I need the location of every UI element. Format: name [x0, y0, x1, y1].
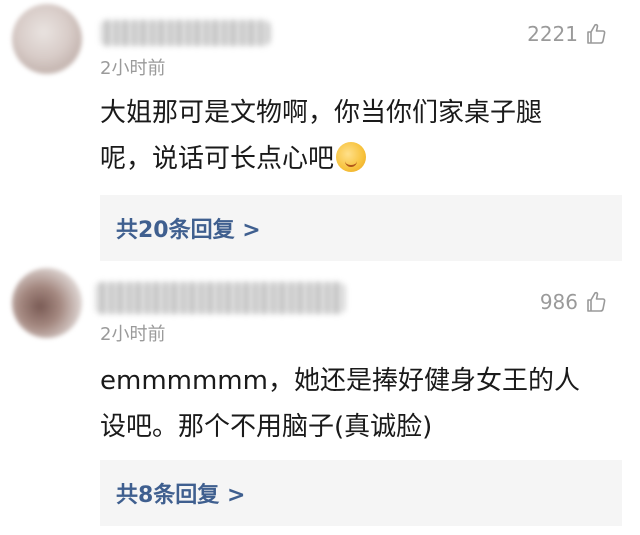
- comment-time: 2小时前: [100, 58, 166, 79]
- commenter-avatar[interactable]: [12, 268, 82, 338]
- comment-text-line: 设吧。那个不用脑子(真诚脸): [100, 412, 433, 442]
- comment-text-line: 大姐那可是文物啊，你当你们家桌子腿: [100, 98, 543, 128]
- view-replies-button[interactable]: 共20条回复 >: [100, 195, 622, 261]
- drooling-face-emoji-icon: [336, 142, 367, 172]
- comment-text-line-content: 呢，说话可长点心吧: [100, 144, 335, 174]
- like-control[interactable]: 2221: [527, 22, 608, 46]
- comment-text: emmmmmm，她还是捧好健身女王的人 设吧。那个不用脑子(真诚脸): [100, 358, 580, 450]
- commenter-avatar[interactable]: [12, 4, 82, 74]
- like-count: 2221: [527, 22, 578, 46]
- comment-text-line: 呢，说话可长点心吧: [100, 136, 542, 182]
- comment-time: 2小时前: [100, 324, 166, 345]
- like-count: 986: [539, 290, 578, 314]
- commenter-name-blurred[interactable]: [95, 282, 345, 314]
- thumbs-up-icon[interactable]: [584, 22, 608, 46]
- view-replies-button[interactable]: 共8条回复 >: [100, 460, 622, 526]
- comment-text: 大姐那可是文物啊，你当你们家桌子腿 呢，说话可长点心吧: [100, 90, 542, 182]
- like-control[interactable]: 986: [540, 290, 608, 314]
- commenter-name-blurred[interactable]: [100, 20, 270, 46]
- thumbs-up-icon[interactable]: [584, 290, 608, 314]
- comment-text-line: emmmmmm，她还是捧好健身女王的人: [100, 366, 580, 396]
